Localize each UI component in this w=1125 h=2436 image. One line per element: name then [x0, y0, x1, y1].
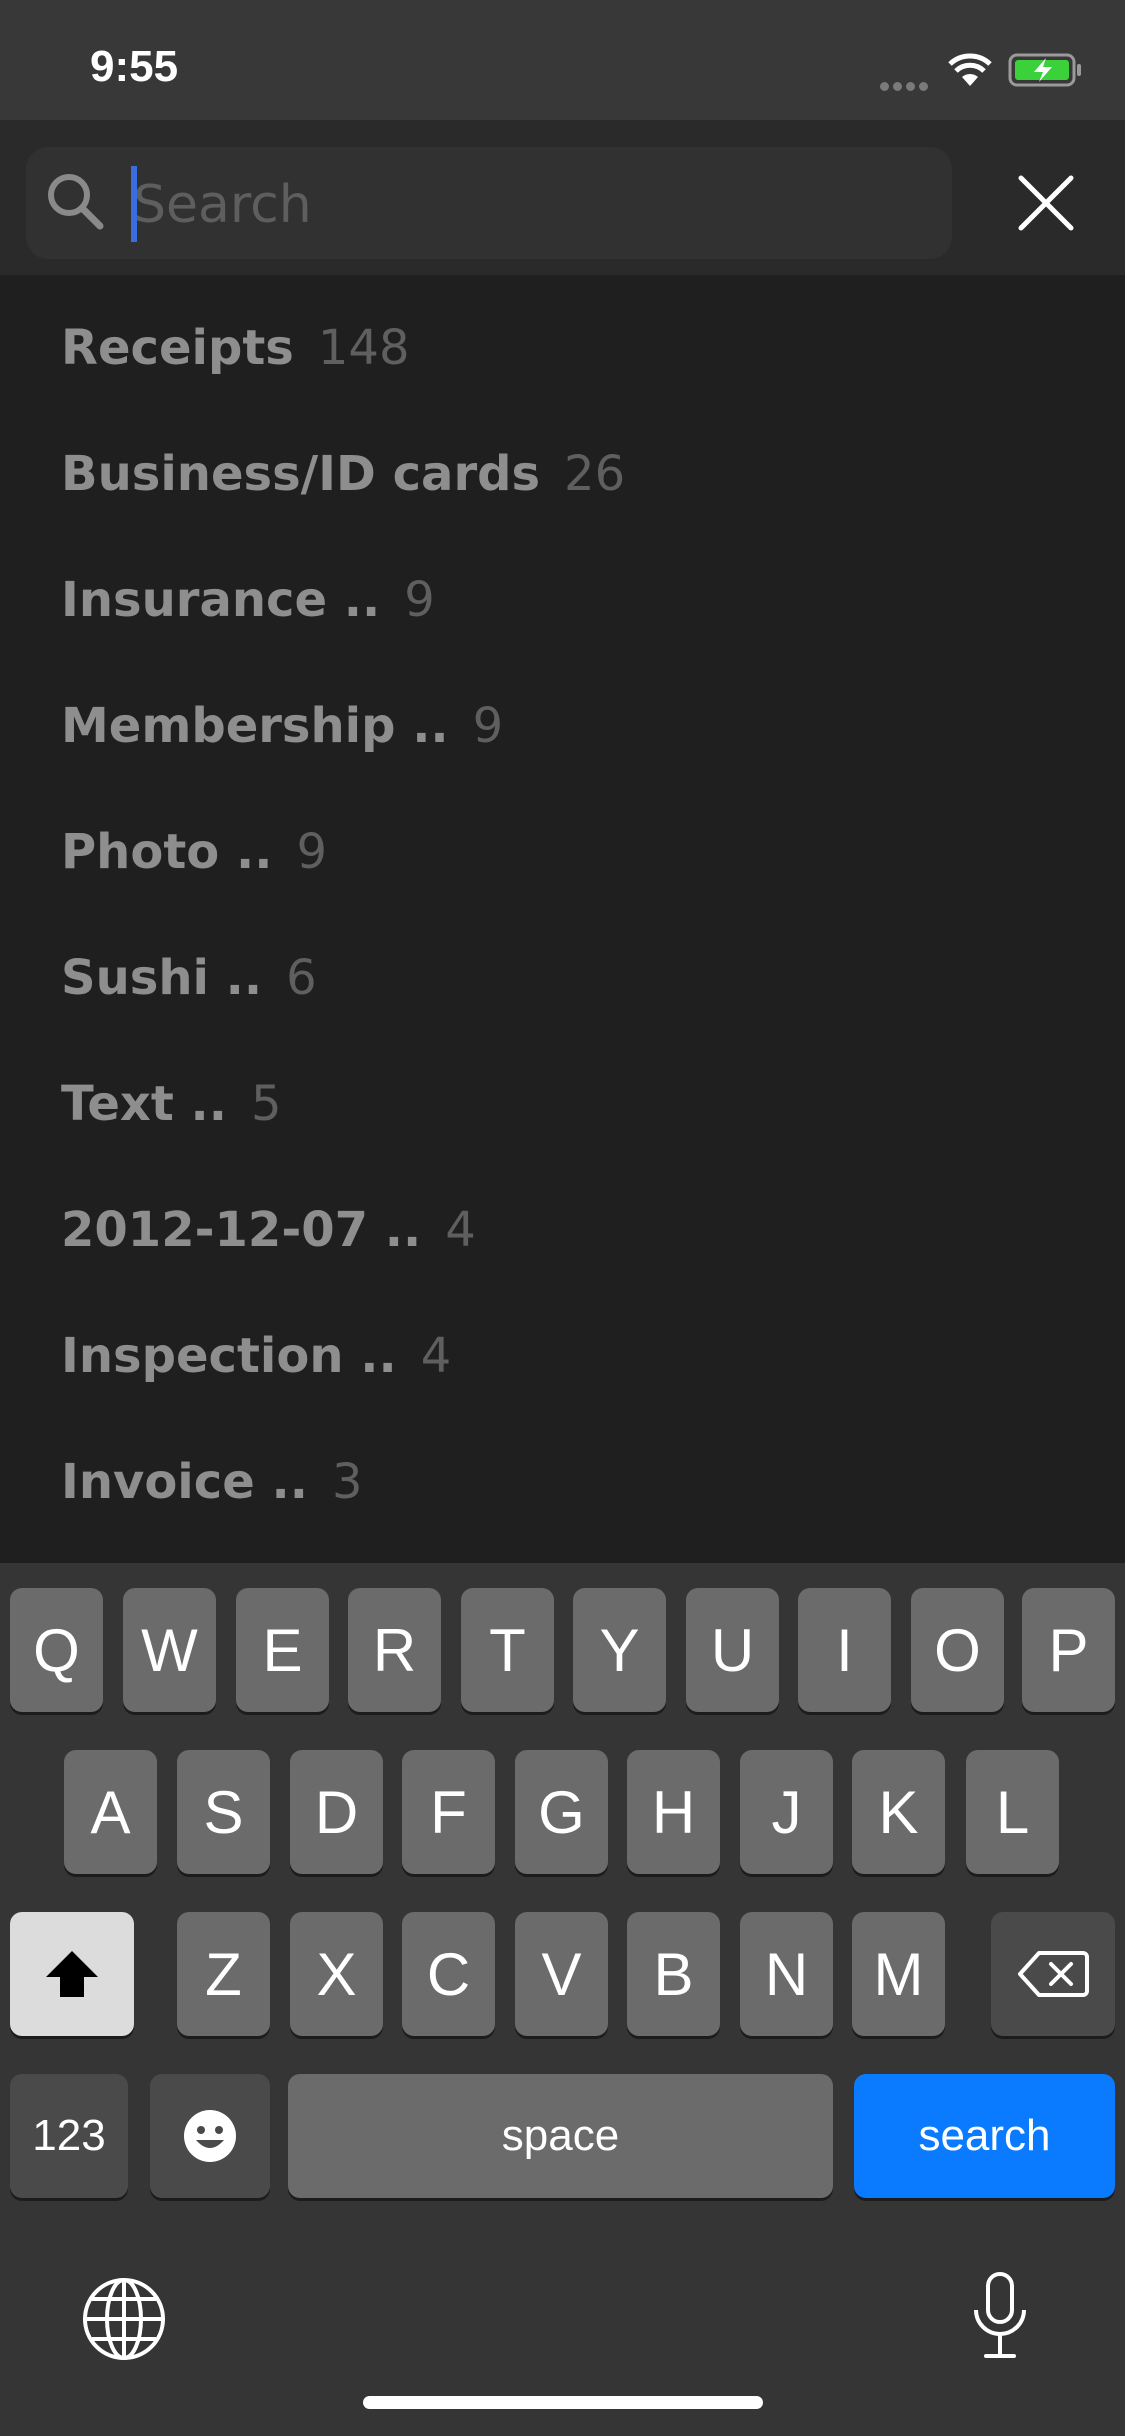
list-item-count: 4 [420, 1328, 452, 1384]
list-item-label: Business/ID cards [61, 446, 541, 502]
key-l[interactable]: L [966, 1750, 1059, 1874]
wifi-icon [948, 53, 992, 86]
key-f[interactable]: F [402, 1750, 495, 1874]
list-item[interactable]: Membership .. 9 [61, 698, 503, 778]
key-m[interactable]: M [852, 1912, 945, 2036]
key-s[interactable]: S [177, 1750, 270, 1874]
list-item-label: Inspection .. [61, 1328, 397, 1384]
key-y[interactable]: Y [573, 1588, 666, 1712]
list-item-count: 9 [404, 572, 435, 628]
space-key[interactable]: space [288, 2074, 833, 2198]
list-item-count: 9 [296, 824, 327, 880]
numbers-key[interactable]: 123 [10, 2074, 128, 2198]
cellular-signal-icon [880, 76, 932, 95]
list-item-count: 9 [472, 698, 504, 754]
emoji-icon [184, 2110, 236, 2162]
key-q[interactable]: Q [10, 1588, 103, 1712]
list-item-count: 6 [286, 950, 317, 1006]
delete-icon [1018, 1951, 1089, 1997]
list-item-label: Receipts [61, 320, 294, 376]
status-bar: 9:55 [0, 0, 1125, 120]
list-item[interactable]: 2012-12-07 .. 4 [61, 1202, 476, 1282]
delete-key[interactable] [991, 1912, 1115, 2036]
list-item-count: 3 [331, 1454, 363, 1510]
globe-icon[interactable] [80, 2275, 168, 2363]
key-x[interactable]: X [290, 1912, 383, 2036]
key-p[interactable]: P [1022, 1588, 1115, 1712]
key-n[interactable]: N [740, 1912, 833, 2036]
list-item-label: Membership .. [61, 698, 449, 754]
search-key[interactable]: search [854, 2074, 1115, 2198]
list-item-count: 26 [564, 446, 626, 502]
key-u[interactable]: U [686, 1588, 779, 1712]
key-a[interactable]: A [64, 1750, 157, 1874]
key-b[interactable]: B [627, 1912, 720, 2036]
home-indicator[interactable] [363, 2396, 763, 2409]
key-o[interactable]: O [911, 1588, 1004, 1712]
search-input[interactable] [133, 170, 933, 240]
key-k[interactable]: K [852, 1750, 945, 1874]
list-item-label: Text .. [61, 1076, 228, 1132]
list-item[interactable]: Sushi .. 6 [61, 950, 317, 1030]
status-time: 9:55 [90, 42, 179, 91]
list-item[interactable]: Receipts 148 [61, 320, 409, 400]
shift-key[interactable] [10, 1912, 134, 2036]
list-item-label: 2012-12-07 .. [61, 1202, 422, 1258]
emoji-key[interactable] [150, 2074, 270, 2198]
list-item-count: 5 [251, 1076, 282, 1132]
list-item-label: Sushi .. [61, 950, 263, 1006]
list-item[interactable]: Insurance .. 9 [61, 572, 435, 652]
list-item-count: 4 [445, 1202, 476, 1258]
list-item[interactable]: Invoice .. 3 [61, 1454, 362, 1534]
key-g[interactable]: G [515, 1750, 608, 1874]
key-r[interactable]: R [348, 1588, 441, 1712]
close-icon[interactable] [1015, 172, 1077, 234]
key-j[interactable]: J [740, 1750, 833, 1874]
key-t[interactable]: T [461, 1588, 554, 1712]
list-item[interactable]: Photo .. 9 [61, 824, 327, 904]
key-e[interactable]: E [236, 1588, 329, 1712]
list-item[interactable]: Inspection .. 4 [61, 1328, 451, 1408]
list-item[interactable]: Business/ID cards 26 [61, 446, 625, 526]
key-h[interactable]: H [627, 1750, 720, 1874]
text-cursor [131, 166, 137, 242]
list-item-label: Photo .. [61, 824, 273, 880]
list-item-label: Invoice .. [61, 1454, 308, 1510]
key-d[interactable]: D [290, 1750, 383, 1874]
list-item[interactable]: Text .. 5 [61, 1076, 282, 1156]
key-v[interactable]: V [515, 1912, 608, 2036]
mic-icon[interactable] [968, 2270, 1032, 2362]
battery-icon [1008, 53, 1081, 87]
list-item-label: Insurance .. [61, 572, 381, 628]
key-z[interactable]: Z [177, 1912, 270, 2036]
key-w[interactable]: W [123, 1588, 216, 1712]
key-i[interactable]: I [798, 1588, 891, 1712]
list-item-count: 148 [317, 320, 410, 376]
search-icon [48, 174, 104, 230]
key-c[interactable]: C [402, 1912, 495, 2036]
shift-icon [46, 1951, 98, 1997]
